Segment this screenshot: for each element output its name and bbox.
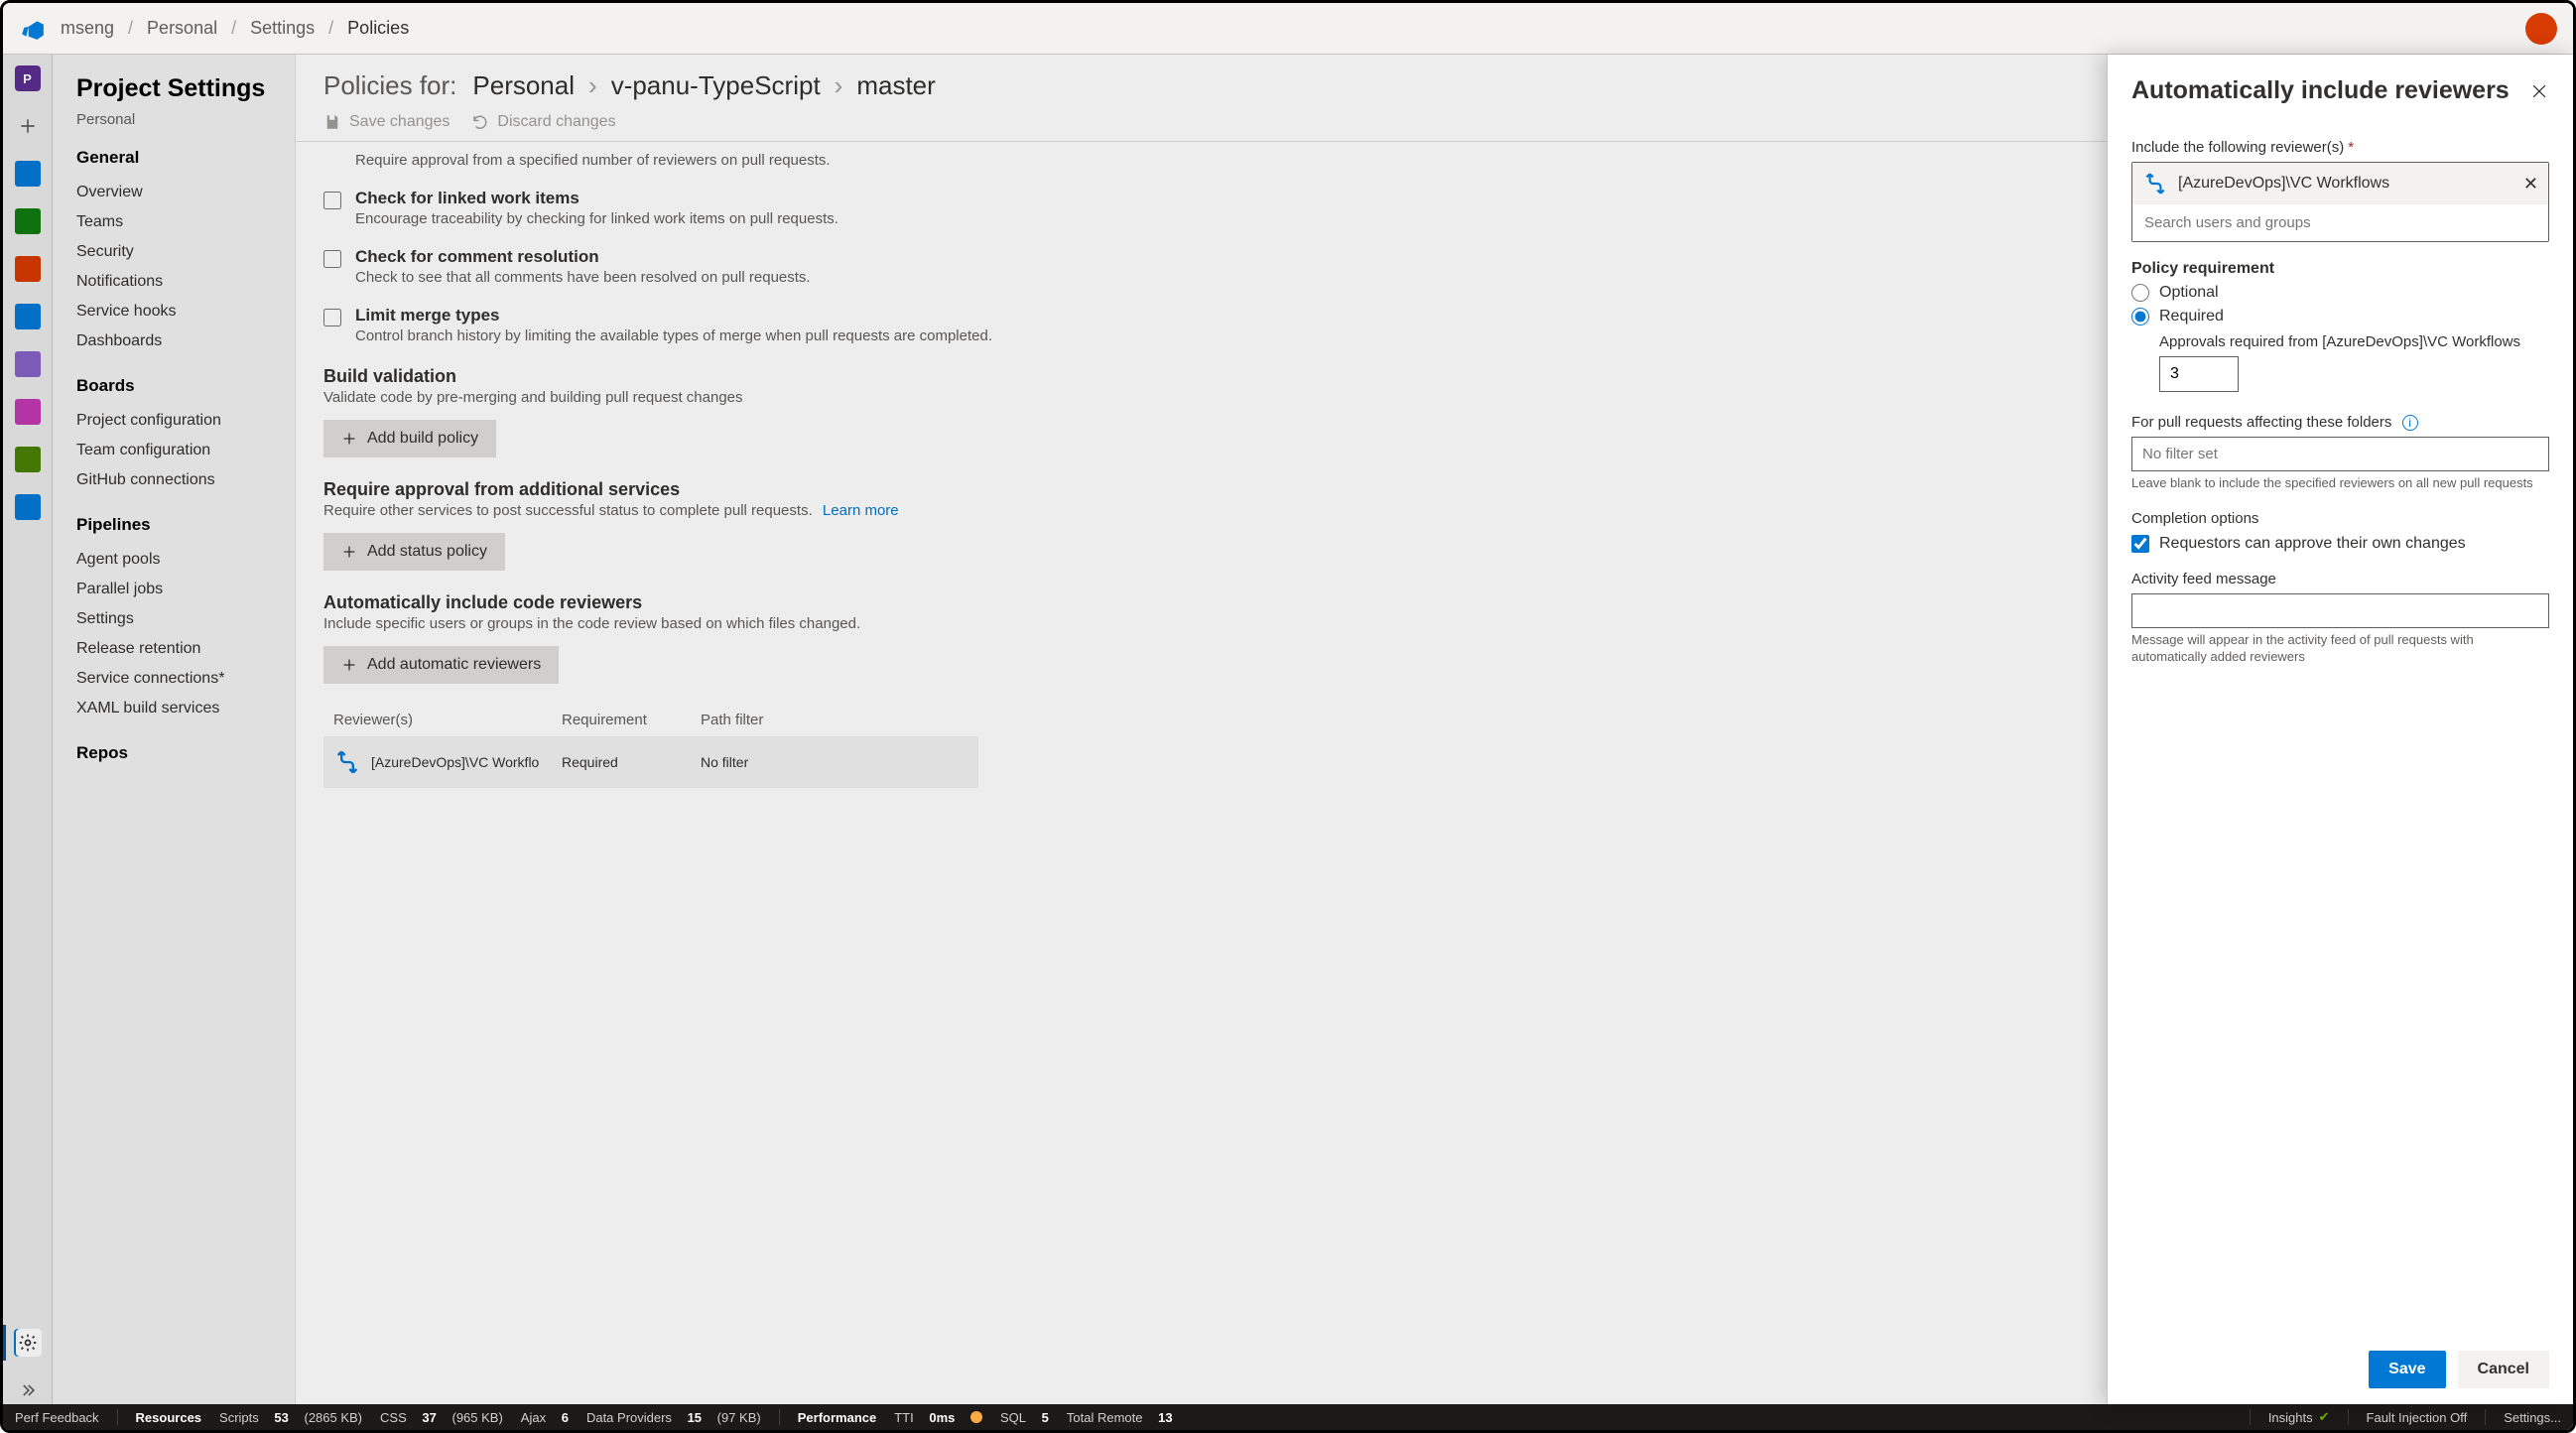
self-approve-checkbox[interactable] [2131,535,2149,553]
approvals-input[interactable] [2159,356,2239,392]
group-icon [2142,171,2168,196]
user-avatar[interactable] [2525,13,2557,45]
token-name: [AzureDevOps]\VC Workflows [2178,175,2389,193]
remove-token-button[interactable]: ✕ [2523,174,2538,195]
status-bar: Perf Feedback Resources Scripts 53 (2865… [3,1404,2573,1430]
folder-filter-input[interactable] [2131,437,2549,471]
panel-cancel-button[interactable]: Cancel [2458,1351,2549,1388]
activity-hint: Message will appear in the activity feed… [2131,632,2549,666]
sb-sql: SQL 5 [1000,1410,1049,1425]
activity-message-input[interactable] [2131,593,2549,628]
include-reviewers-label: Include the following reviewer(s)* [2131,139,2549,156]
sb-dataproviders: Data Providers 15 (97 KB) [586,1410,761,1425]
breadcrumb: mseng / Personal / Settings / Policies [61,18,409,39]
breadcrumb-settings[interactable]: Settings [250,18,315,39]
sb-css: CSS 37 (965 KB) [380,1410,503,1425]
info-icon[interactable]: i [2402,415,2418,431]
panel-save-button[interactable]: Save [2369,1351,2445,1388]
reviewer-search-input[interactable] [2132,204,2548,241]
folders-label: For pull requests affecting these folder… [2131,414,2549,431]
breadcrumb-project[interactable]: Personal [147,18,217,39]
sb-settings[interactable]: Settings... [2504,1410,2561,1425]
breadcrumb-org[interactable]: mseng [61,18,114,39]
check-icon: ✔ [2319,1409,2330,1425]
reviewer-panel: Automatically include reviewers Include … [2107,55,2573,1404]
approvals-label: Approvals required from [AzureDevOps]\VC… [2159,333,2549,350]
panel-close-button[interactable] [2529,81,2549,101]
topbar: mseng / Personal / Settings / Policies [3,3,2573,55]
activity-label: Activity feed message [2131,571,2549,587]
sb-total-remote: Total Remote 13 [1067,1410,1173,1425]
panel-title: Automatically include reviewers [2131,76,2510,105]
radio-required[interactable]: Required [2131,308,2549,326]
warning-dot-icon [970,1411,982,1423]
sb-insights[interactable]: Insights✔ [2268,1409,2330,1425]
reviewer-token-box: [AzureDevOps]\VC Workflows ✕ [2131,162,2549,242]
azure-devops-logo[interactable] [19,15,47,43]
radio-optional[interactable]: Optional [2131,284,2549,302]
sb-fault-injection[interactable]: Fault Injection Off [2367,1410,2468,1425]
reviewer-token: [AzureDevOps]\VC Workflows ✕ [2132,163,2548,204]
filter-hint: Leave blank to include the specified rev… [2131,475,2549,492]
sb-performance[interactable]: Performance [798,1410,876,1425]
breadcrumb-policies[interactable]: Policies [347,18,409,39]
sb-resources[interactable]: Resources [136,1410,201,1425]
policy-requirement-label: Policy requirement [2131,260,2549,278]
sb-tti: TTI 0ms [894,1410,982,1425]
self-approve-checkbox-row[interactable]: Requestors can approve their own changes [2131,535,2549,553]
sb-ajax: Ajax 6 [521,1410,569,1425]
sb-scripts: Scripts 53 (2865 KB) [219,1410,362,1425]
completion-options-label: Completion options [2131,510,2549,527]
sb-perf-feedback[interactable]: Perf Feedback [15,1410,99,1425]
